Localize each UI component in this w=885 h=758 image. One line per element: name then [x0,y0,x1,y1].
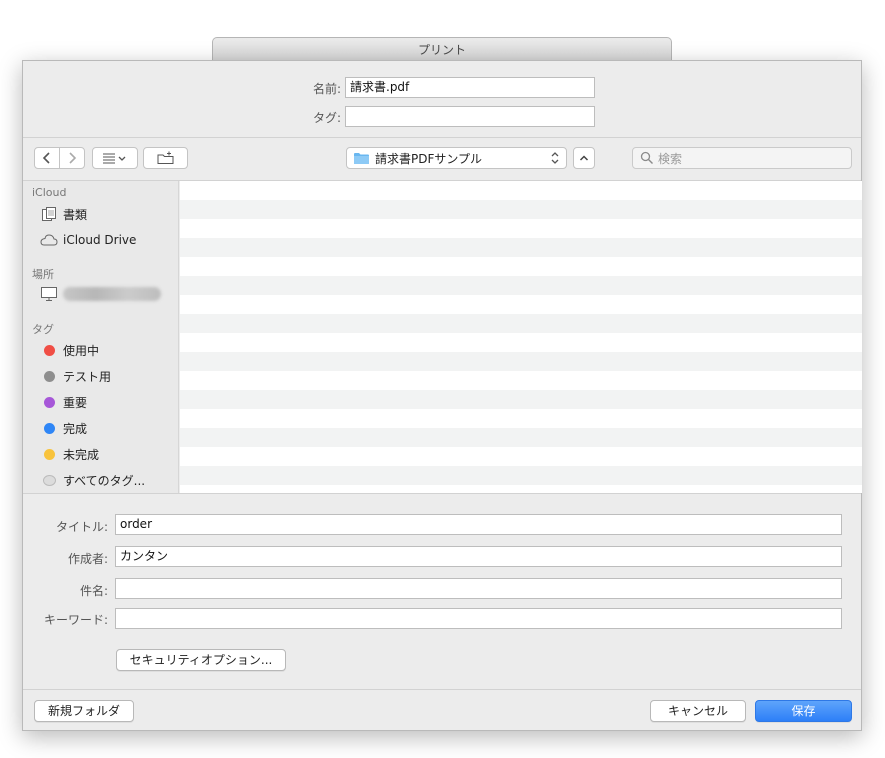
back-button[interactable] [34,147,60,169]
current-folder-label: 請求書PDFサンプル [375,151,483,166]
search-placeholder: 検索 [658,151,683,166]
redacted-computer-name [63,287,161,301]
new-folder-toolbar-button[interactable] [143,147,188,169]
chevron-left-icon [42,152,50,164]
cloud-icon [40,231,58,249]
new-folder-button[interactable]: 新規フォルダ [34,700,134,722]
pdf-subject-field[interactable] [115,578,842,599]
sidebar-all-tags[interactable]: すべてのタグ... [40,469,145,491]
pdf-keywords-field[interactable] [115,608,842,629]
tag-label: タグ: [312,111,341,125]
subject-label: 件名: [79,584,108,598]
list-view-icon [103,153,126,164]
pdf-author-field[interactable]: カンタン [115,546,842,567]
save-button[interactable]: 保存 [755,700,852,722]
red-tag-dot-icon [43,344,55,356]
computer-icon [40,285,58,303]
sidebar-tag-label: テスト用 [63,369,112,384]
updown-arrows-icon [551,152,559,164]
sidebar-tag-test[interactable]: テスト用 [40,365,111,387]
save-dialog: 名前: 請求書.pdf タグ: 請求書PDFサンプル 検索 iCloud 書類 … [22,60,862,731]
sidebar-tag-label: 使用中 [63,343,100,358]
blue-tag-dot-icon [43,422,55,434]
expand-dialog-button[interactable] [573,147,595,169]
sidebar-tag-unfinished[interactable]: 未完成 [40,443,99,465]
chevron-right-icon [69,152,77,164]
title-label: タイトル: [55,520,108,534]
yellow-tag-dot-icon [43,448,55,460]
name-label: 名前: [312,82,341,96]
search-field[interactable]: 検索 [632,147,852,169]
sidebar-item-icloud-drive[interactable]: iCloud Drive [40,229,136,251]
chevron-up-icon [579,155,589,161]
folder-location-popup[interactable]: 請求書PDFサンプル [346,147,567,169]
sidebar-tag-label: すべてのタグ... [63,473,146,488]
documents-icon [40,205,58,223]
view-options-button[interactable] [92,147,138,169]
sidebar-tag-label: 未完成 [63,447,100,462]
filename-field[interactable]: 請求書.pdf [345,77,595,98]
sidebar-section-places: 場所 [32,268,54,281]
search-icon [640,151,653,164]
sidebar-item-label: 書類 [63,207,88,222]
divider [23,689,861,690]
keywords-label: キーワード: [43,613,108,627]
pdf-title-field[interactable]: order [115,514,842,535]
print-window-title-bar: プリント [212,37,672,61]
forward-button[interactable] [59,147,85,169]
purple-tag-dot-icon [43,396,55,408]
sidebar-item-label: iCloud Drive [63,233,137,247]
cancel-button[interactable]: キャンセル [650,700,746,722]
divider [23,493,861,494]
sidebar-tag-done[interactable]: 完成 [40,417,87,439]
sidebar: iCloud 書類 iCloud Drive 場所 タグ 使用中 テスト用 重要… [23,181,179,493]
file-list[interactable] [180,181,862,493]
window-title: プリント [417,43,466,57]
sidebar-item-documents[interactable]: 書類 [40,203,87,225]
all-tags-icon [42,474,56,486]
security-options-button[interactable]: セキュリティオプション... [116,649,286,671]
author-label: 作成者: [67,552,108,566]
sidebar-section-icloud: iCloud [32,186,67,199]
new-folder-icon [157,151,173,164]
tag-field[interactable] [345,106,595,127]
sidebar-item-computer[interactable] [40,283,161,305]
sidebar-tag-label: 完成 [63,421,88,436]
sidebar-section-tags: タグ [32,323,54,336]
sidebar-tag-label: 重要 [63,395,88,410]
sidebar-tag-important[interactable]: 重要 [40,391,87,413]
folder-icon [354,152,369,164]
sidebar-tag-in-use[interactable]: 使用中 [40,339,99,361]
divider [23,137,861,138]
gray-tag-dot-icon [43,370,55,382]
